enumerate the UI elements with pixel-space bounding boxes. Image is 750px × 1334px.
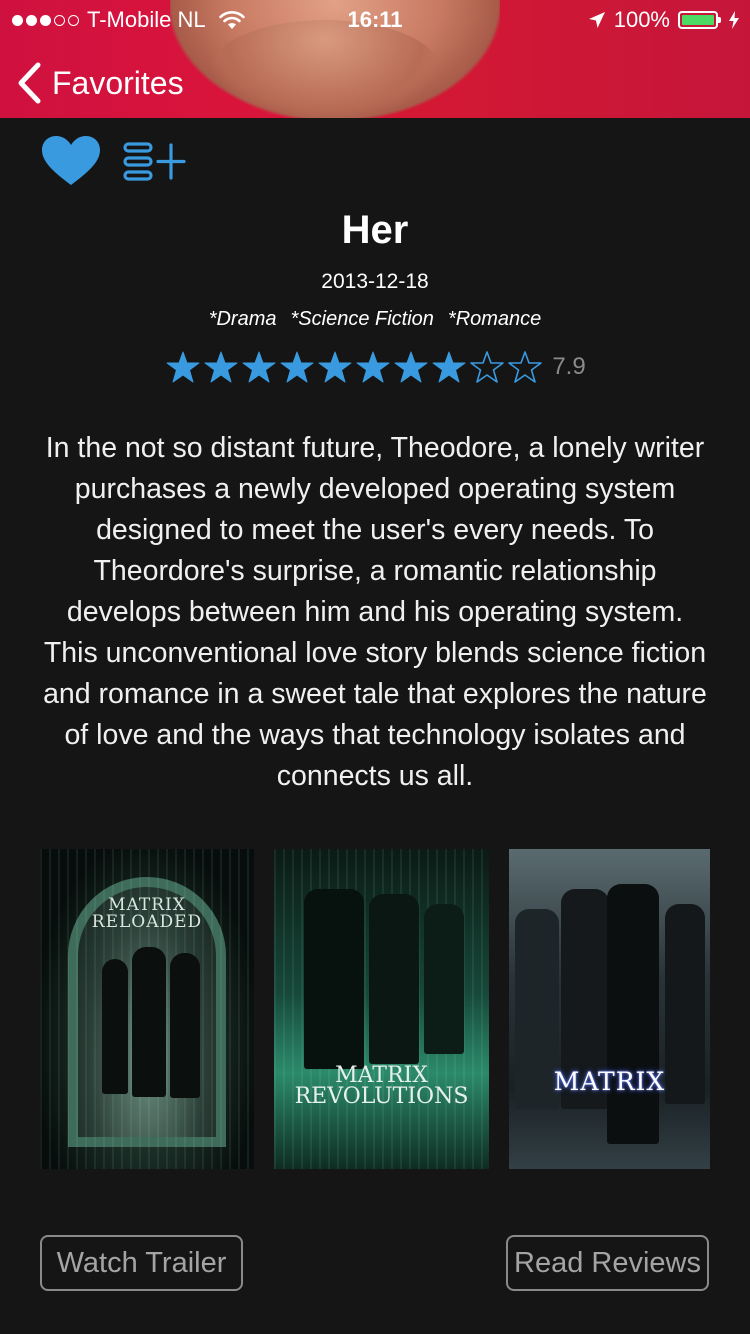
battery-level xyxy=(682,15,714,25)
poster-title: MATRIX xyxy=(553,1067,666,1096)
poster-title-line2: REVOLUTIONS xyxy=(294,1084,469,1109)
battery-percentage: 100% xyxy=(613,7,670,32)
add-to-list-icon[interactable] xyxy=(122,140,188,184)
poster-title-line2: RELOADED xyxy=(91,912,203,932)
rating-value: 7.9 xyxy=(552,353,586,380)
related-movie-poster[interactable]: MATRIX xyxy=(509,849,710,1169)
battery-icon xyxy=(678,11,721,29)
genre-label: *Romance xyxy=(447,308,542,330)
location-arrow-icon xyxy=(588,12,605,28)
poster-figure xyxy=(132,947,166,1097)
chevron-left-icon xyxy=(18,62,41,104)
star-filled-icon xyxy=(394,351,428,383)
poster-figure xyxy=(424,904,464,1054)
genre-list: *Drama *Science Fiction *Romance xyxy=(0,308,750,331)
poster-figure xyxy=(607,884,659,1144)
star-filled-icon xyxy=(318,351,352,383)
favorite-heart-icon[interactable] xyxy=(40,135,102,187)
movie-title: Her xyxy=(341,208,409,252)
backdrop-header: T-Mobile NL 16:11 100% Favorites xyxy=(0,0,750,118)
star-filled-icon xyxy=(356,351,390,383)
poster-figure xyxy=(369,894,419,1064)
genre-label: *Science Fiction xyxy=(290,308,434,330)
back-button-label: Favorites xyxy=(52,64,184,101)
release-date: 2013-12-18 xyxy=(321,270,429,293)
status-right: 100% xyxy=(588,7,740,33)
poster-title: MATRIX REVOLUTIONS xyxy=(274,1063,489,1109)
poster-figure xyxy=(304,889,364,1069)
star-filled-icon xyxy=(432,351,466,383)
star-rating: 7.9 xyxy=(0,350,750,384)
movie-overview: In the not so distant future, Theodore, … xyxy=(43,432,707,792)
poster-title-line1: MATRIX xyxy=(335,1063,428,1088)
star-empty-icon xyxy=(470,351,505,383)
back-button[interactable]: Favorites xyxy=(16,62,184,104)
status-bar: T-Mobile NL 16:11 100% xyxy=(0,0,750,40)
star-filled-icon xyxy=(280,351,314,383)
poster-title: MATRIX RELOADED xyxy=(40,897,254,931)
star-filled-icon xyxy=(242,351,276,383)
related-movie-poster[interactable]: MATRIX RELOADED xyxy=(40,849,254,1169)
stars-container xyxy=(164,350,544,384)
genre-label: *Drama xyxy=(208,308,277,330)
related-movie-poster[interactable]: MATRIX REVOLUTIONS xyxy=(274,849,489,1169)
star-filled-icon xyxy=(204,351,238,383)
read-reviews-button[interactable]: Read Reviews xyxy=(506,1235,709,1291)
poster-figure xyxy=(170,953,200,1098)
poster-figure xyxy=(102,959,128,1094)
watch-trailer-button[interactable]: Watch Trailer xyxy=(40,1235,243,1291)
star-empty-icon xyxy=(508,351,543,383)
charging-bolt-icon xyxy=(729,11,739,29)
star-filled-icon xyxy=(166,351,200,383)
